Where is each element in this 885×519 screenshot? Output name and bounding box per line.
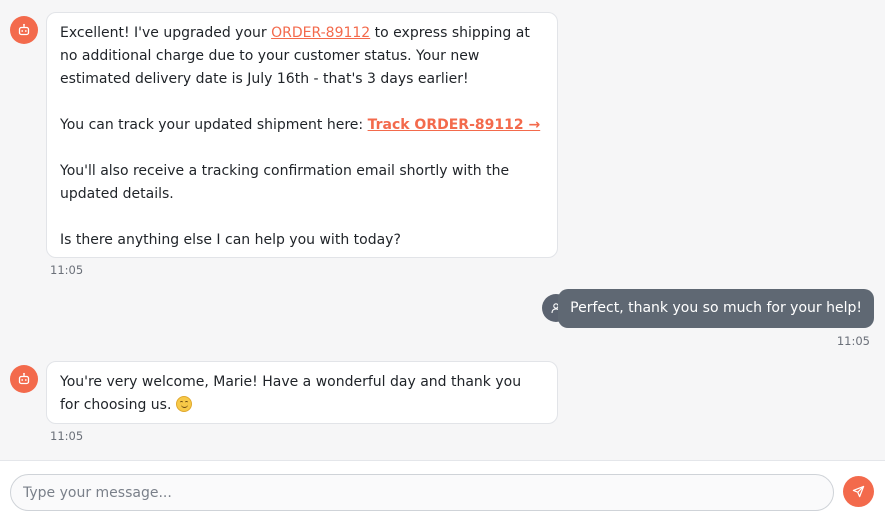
send-button[interactable]: [843, 476, 874, 507]
message-timestamp: 11:05: [50, 429, 84, 443]
message-paragraph: You'll also receive a tracking confirmat…: [60, 163, 510, 202]
message-input[interactable]: [10, 474, 834, 511]
order-link[interactable]: ORDER-89112: [271, 25, 370, 41]
chat-message-list: Excellent! I've upgraded your ORDER-8911…: [0, 0, 885, 460]
send-icon: [852, 485, 865, 498]
message-paragraph: You can track your updated shipment here…: [60, 114, 544, 137]
message-text: You're very welcome, Marie! Have a wonde…: [60, 374, 522, 413]
bot-message-bubble: Excellent! I've upgraded your ORDER-8911…: [46, 12, 558, 258]
message-paragraph: You're very welcome, Marie! Have a wonde…: [60, 371, 544, 417]
track-order-link[interactable]: Track ORDER-89112 →: [368, 117, 541, 133]
bot-icon: [18, 372, 30, 385]
bot-avatar: [10, 365, 38, 393]
smiling-face-emoji-icon: [175, 396, 192, 412]
message-timestamp: 11:05: [50, 263, 84, 277]
bot-message-bubble: You're very welcome, Marie! Have a wonde…: [46, 361, 558, 424]
message-text: Excellent! I've upgraded your: [60, 25, 272, 41]
message-composer: [0, 460, 885, 519]
bot-icon: [18, 23, 30, 36]
message-text: You can track your updated shipment here…: [60, 117, 368, 133]
message-paragraph: Is there anything else I can help you wi…: [60, 232, 401, 248]
message-timestamp: 11:05: [836, 334, 870, 348]
message-paragraph: Excellent! I've upgraded your ORDER-8911…: [60, 22, 544, 91]
bot-avatar: [10, 16, 38, 44]
user-message-bubble: Perfect, thank you so much for your help…: [558, 289, 874, 328]
